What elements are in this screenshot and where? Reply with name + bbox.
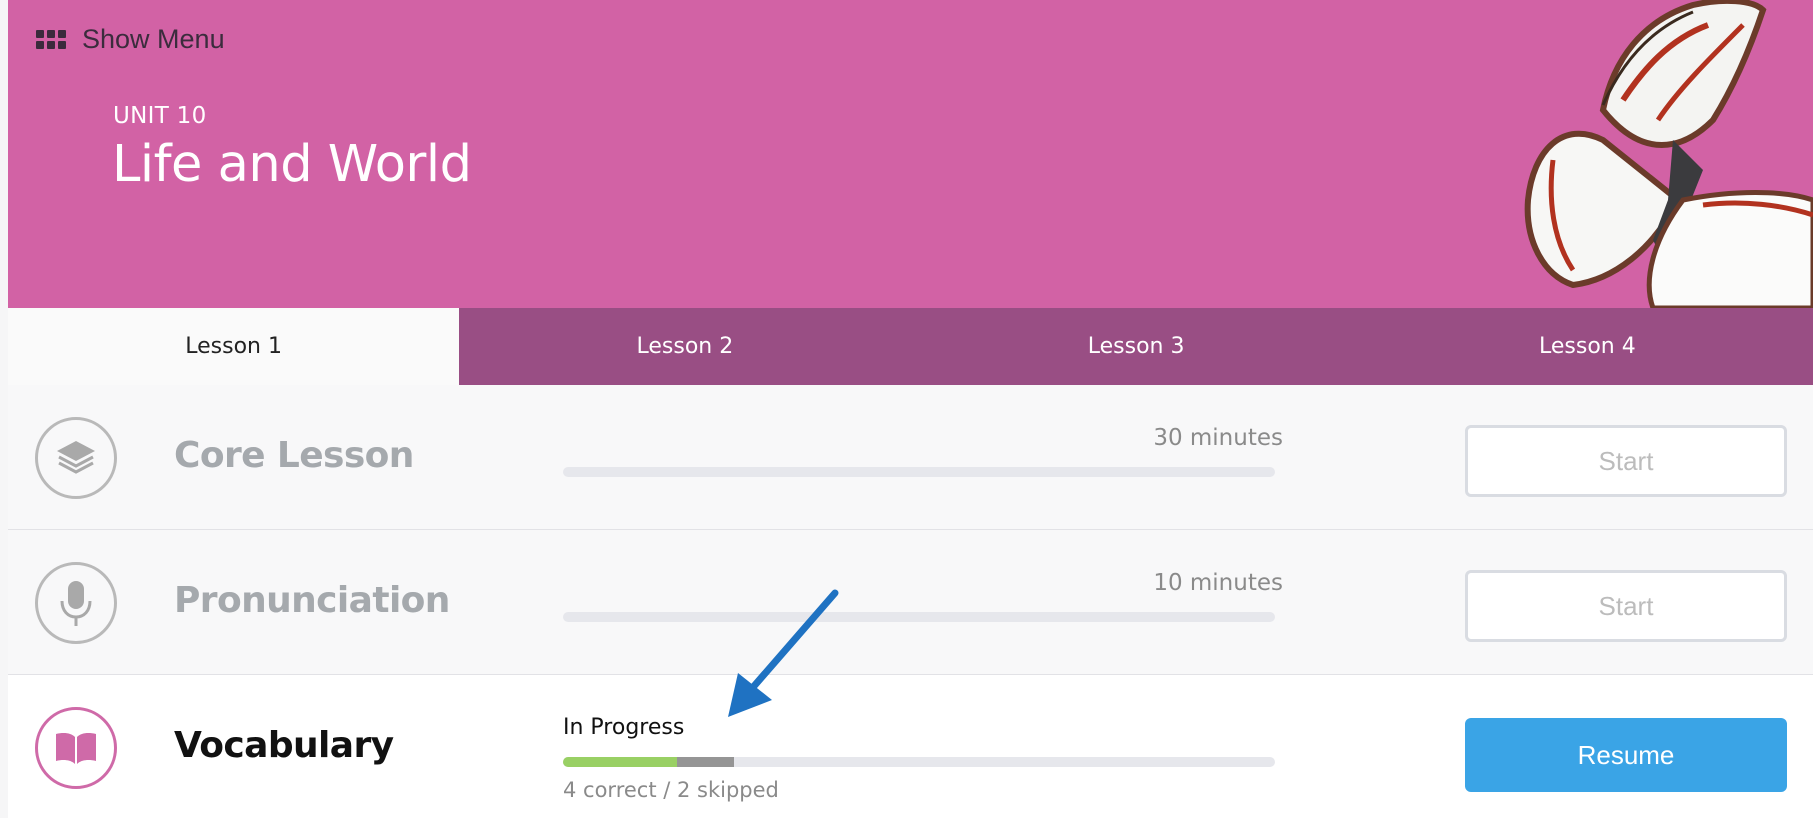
butterfly-image: [1524, 0, 1813, 308]
tab-lesson-1[interactable]: Lesson 1: [8, 308, 460, 385]
progress-bar: [563, 467, 1275, 477]
progress-skipped-segment: [676, 757, 734, 767]
grid-menu-icon: [36, 29, 66, 50]
microphone-icon: [60, 581, 92, 626]
activity-status: In Progress: [563, 715, 685, 740]
activity-name: Core Lesson: [174, 435, 414, 476]
show-menu-button[interactable]: Show Menu: [36, 24, 225, 55]
unit-label: UNIT 10: [113, 103, 207, 129]
show-menu-label: Show Menu: [82, 24, 225, 54]
activity-icon-circle: [35, 562, 117, 644]
progress-bar: [563, 612, 1275, 622]
unit-title: Life and World: [112, 135, 472, 194]
resume-button[interactable]: Resume: [1465, 718, 1787, 792]
activity-name: Pronunciation: [174, 580, 450, 621]
tab-lesson-3[interactable]: Lesson 3: [910, 308, 1362, 385]
unit-header: Show Menu UNIT 10 Life and World: [8, 0, 1813, 308]
tab-lesson-4[interactable]: Lesson 4: [1361, 308, 1813, 385]
activity-row-core-lesson: Core Lesson 30 minutes Start: [8, 385, 1813, 530]
tab-lesson-2[interactable]: Lesson 2: [459, 308, 911, 385]
start-button[interactable]: Start: [1465, 425, 1787, 497]
start-button[interactable]: Start: [1465, 570, 1787, 642]
activity-icon-circle: [35, 707, 117, 789]
book-icon: [56, 733, 96, 764]
activity-duration: 30 minutes: [1153, 425, 1283, 451]
activity-icon-circle: [35, 417, 117, 499]
activity-name: Vocabulary: [174, 725, 394, 766]
progress-correct-segment: [563, 757, 677, 767]
activity-row-vocabulary: Vocabulary In Progress 4 correct / 2 ski…: [8, 675, 1813, 818]
lesson-tabs: Lesson 1 Lesson 2 Lesson 3 Lesson 4: [8, 308, 1813, 385]
activity-duration: 10 minutes: [1153, 570, 1283, 596]
layers-icon: [57, 441, 95, 474]
progress-bar: [563, 757, 1275, 767]
activity-row-pronunciation: Pronunciation 10 minutes Start: [8, 530, 1813, 675]
activity-stats: 4 correct / 2 skipped: [563, 778, 779, 802]
